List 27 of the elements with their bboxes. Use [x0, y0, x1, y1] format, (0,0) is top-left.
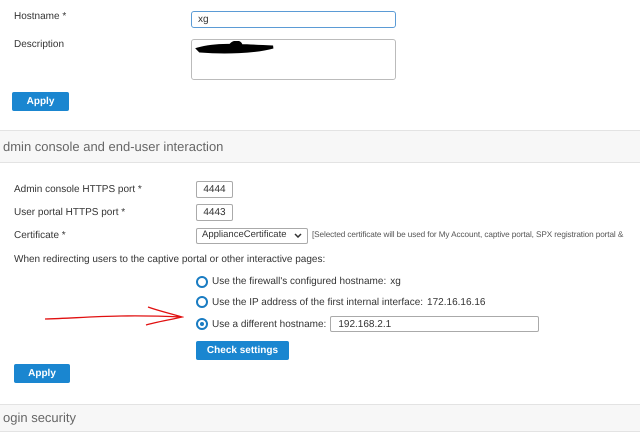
description-field[interactable]: [191, 39, 396, 80]
chevron-icon: [294, 233, 302, 238]
certificate-dropdown[interactable]: ApplianceCertificate: [196, 228, 308, 244]
port-field[interactable]: 4444: [196, 181, 233, 198]
hostname-input[interactable]: 192.168.2.1: [330, 316, 540, 332]
option-value: xg: [390, 275, 401, 289]
field-label: Description: [14, 39, 66, 51]
radio-button[interactable]: [196, 296, 208, 308]
hostname-field[interactable]: xg: [191, 11, 396, 28]
field-label: Certificate *: [14, 229, 67, 243]
option-label: Use the firewall's configured hostname:: [212, 275, 386, 289]
apply-button[interactable]: Apply: [14, 364, 70, 383]
redirect-label: When redirecting users to the captive portal or other interactive pages:: [14, 253, 326, 267]
field-label: User portal HTTPS port *: [14, 206, 126, 220]
port-field[interactable]: 4443: [196, 204, 233, 221]
option-label: Use a different hostname:: [212, 318, 326, 332]
section-header: ogin security: [0, 404, 640, 432]
radio-button[interactable]: [196, 276, 208, 288]
radio-button[interactable]: [196, 318, 208, 330]
field-label: Hostname *: [14, 11, 68, 23]
check-settings-button[interactable]: Check settings: [196, 341, 289, 360]
option-label: Use the IP address of the first internal interface:: [212, 296, 424, 310]
field-label: Admin console HTTPS port *: [14, 183, 143, 197]
apply-button[interactable]: Apply: [12, 92, 69, 111]
section-header: dmin console and end-user interaction: [0, 130, 640, 163]
option-value: 172.16.16.16: [427, 296, 486, 310]
certificate-note: [Selected certificate will be used for My Account, captive portal, SPX registration portal &: [312, 229, 624, 242]
